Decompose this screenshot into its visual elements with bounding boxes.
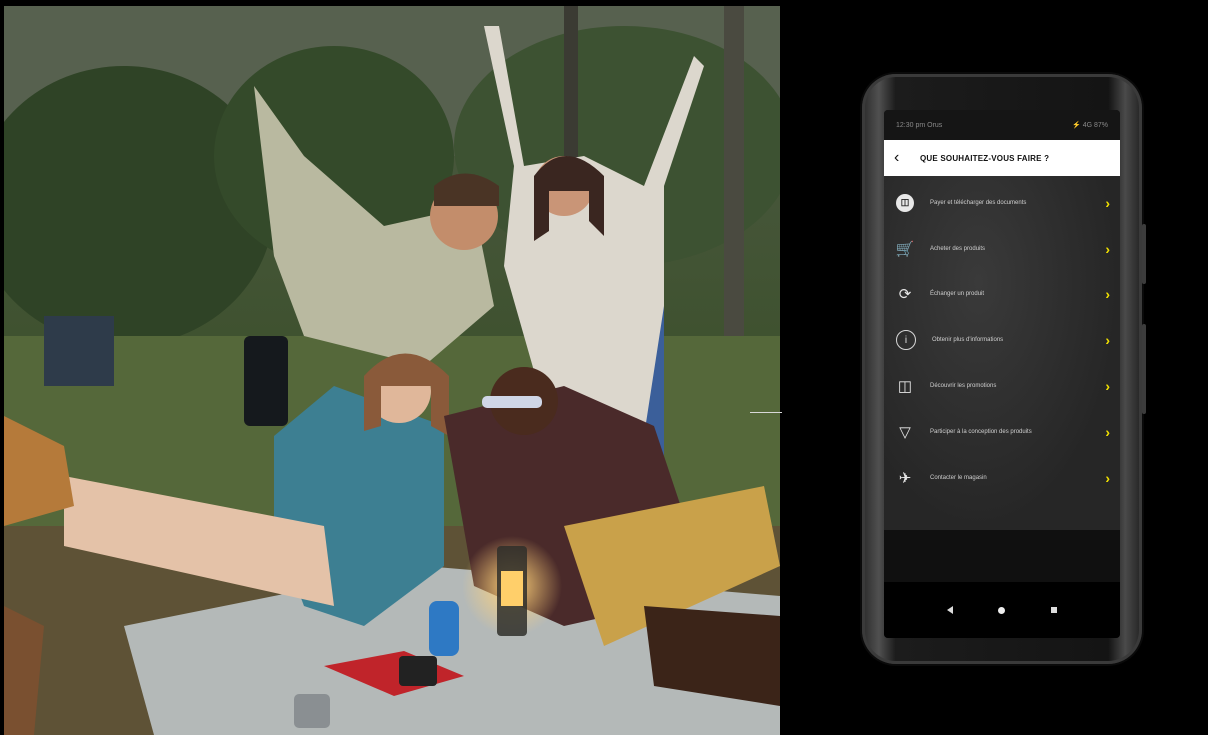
photo-illustration: [4, 6, 780, 735]
menu-item-label: Découvrir les promotions: [930, 383, 997, 390]
status-indicators: ⚡ 4G 87%: [1072, 122, 1108, 129]
chevron-right-icon: ›: [1105, 469, 1110, 486]
menu-item-promotions[interactable]: ◫ Découvrir les promotions ›: [884, 363, 1120, 409]
scan-icon: ◫: [896, 193, 914, 212]
menu-item-label: Échanger un produit: [930, 291, 985, 298]
screen-title: QUE SOUHAITEZ-VOUS FAIRE ?: [920, 153, 1050, 163]
tag-icon: ⟳: [898, 286, 912, 304]
action-menu: ◫ Payer et télécharger des documents › 🛒…: [884, 176, 1120, 530]
bulb-icon: ▽: [899, 423, 911, 441]
chevron-right-icon: ›: [1105, 423, 1110, 440]
chevron-right-icon: ›: [1105, 378, 1110, 395]
nav-back-icon[interactable]: [946, 606, 953, 614]
menu-item-label: Participer à la conception des produits: [930, 428, 1032, 435]
nav-home-icon[interactable]: [998, 606, 1006, 614]
menu-item-pay-documents[interactable]: ◫ Payer et télécharger des documents ›: [884, 180, 1120, 226]
menu-item-label: Contacter le magasin: [930, 474, 987, 481]
phone-screen: 12:30 pm Orus ⚡ 4G 87% ‹ QUE SOUHAITEZ-V…: [884, 110, 1120, 638]
support-icon: ✈: [898, 469, 912, 487]
menu-item-label: Acheter des produits: [930, 245, 986, 252]
menu-item-exchange-product[interactable]: ⟳ Échanger un produit ›: [884, 272, 1120, 318]
android-nav-bar: [884, 582, 1120, 638]
menu-item-buy-products[interactable]: 🛒 Acheter des produits ›: [884, 226, 1120, 272]
lifestyle-photo: [4, 6, 780, 735]
chevron-right-icon: ›: [1105, 286, 1110, 303]
chevron-right-icon: ›: [1105, 194, 1110, 211]
menu-item-label: Obtenir plus d'informations: [932, 337, 1004, 344]
menu-item-label: Payer et télécharger des documents: [930, 199, 1027, 206]
cart-icon: 🛒: [895, 240, 915, 258]
nav-recent-apps-icon[interactable]: [1051, 607, 1058, 613]
divider-line: [750, 412, 782, 413]
chevron-right-icon: ›: [1105, 332, 1110, 349]
voucher-icon: ◫: [897, 378, 913, 396]
status-time: 12:30 pm Orus: [896, 121, 943, 129]
menu-item-contact-store[interactable]: ✈ Contacter le magasin ›: [884, 455, 1120, 501]
back-arrow-icon[interactable]: ‹: [894, 150, 906, 166]
menu-item-product-design[interactable]: ▽ Participer à la conception des produit…: [884, 409, 1120, 455]
chevron-right-icon: ›: [1105, 240, 1110, 257]
menu-item-more-info[interactable]: i Obtenir plus d'informations ›: [884, 317, 1120, 363]
phone-volume-button: [1142, 224, 1146, 284]
phone-power-button: [1142, 324, 1146, 414]
status-bar: 12:30 pm Orus ⚡ 4G 87%: [884, 110, 1120, 140]
info-icon: i: [896, 330, 916, 351]
page: 12:30 pm Orus ⚡ 4G 87% ‹ QUE SOUHAITEZ-V…: [0, 0, 1208, 735]
screen-header: ‹ QUE SOUHAITEZ-VOUS FAIRE ?: [884, 140, 1120, 176]
phone-device: 12:30 pm Orus ⚡ 4G 87% ‹ QUE SOUHAITEZ-V…: [862, 74, 1146, 664]
